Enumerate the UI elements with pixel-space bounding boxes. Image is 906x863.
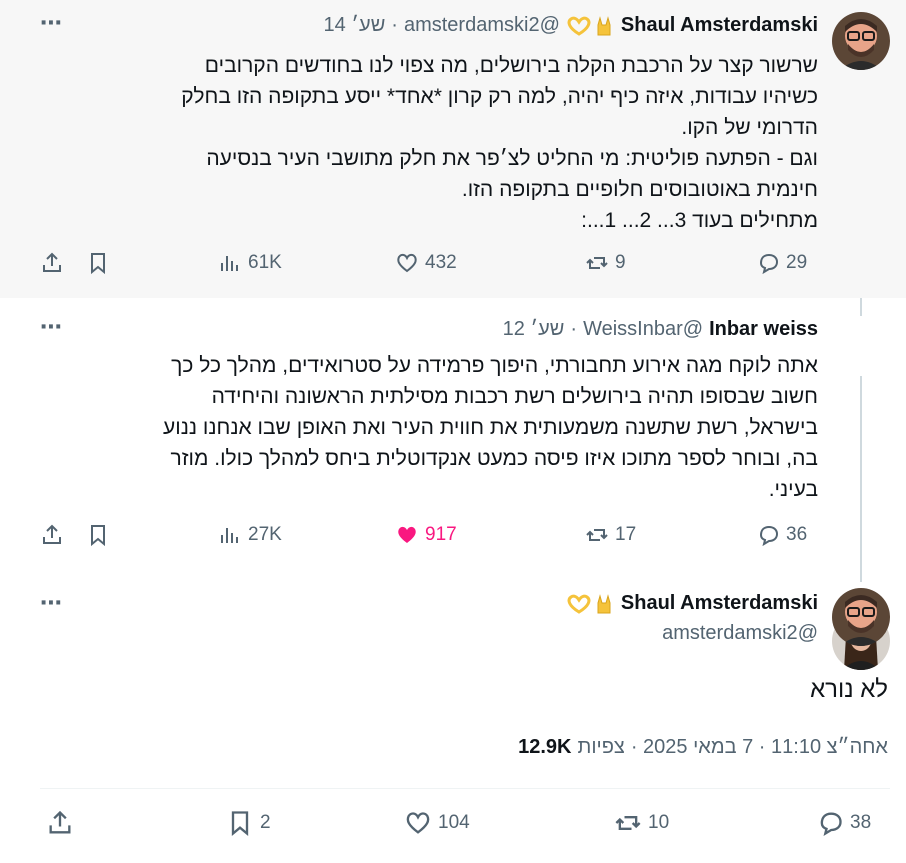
heart-hands-icon	[567, 594, 591, 614]
share-icon[interactable]	[40, 251, 64, 275]
reply-icon	[820, 812, 842, 836]
bookmark-button[interactable]: 2	[226, 809, 271, 837]
action-bar: 61K 432 9 29	[40, 251, 820, 281]
tweet[interactable]: Shaul Amsterdamski @amsterdamski2 · שע׳ …	[0, 0, 906, 298]
views-icon	[221, 528, 238, 543]
bookmark-icon	[231, 811, 249, 836]
reply-button[interactable]: 36	[756, 523, 807, 547]
tweet-header: Shaul Amsterdamski @amsterdamski2 · שע׳ …	[323, 14, 818, 37]
views-count: 12.9K	[518, 736, 572, 758]
heart-icon	[398, 526, 416, 543]
tweet-text: אתה לוקח מגה אירוע תחבורתי, היפוך פרמידה…	[163, 354, 818, 501]
action-bar: 27K 917 17 36	[40, 523, 820, 553]
bookmark-icon[interactable]	[86, 251, 110, 275]
handle[interactable]: @amsterdamski2	[404, 14, 560, 37]
avatar[interactable]	[832, 12, 890, 70]
heart-icon	[406, 812, 430, 834]
retweet-icon	[615, 816, 641, 830]
retweet-button[interactable]: 9	[585, 251, 626, 275]
display-name[interactable]: Shaul Amsterdamski	[621, 14, 818, 37]
retweet-icon	[586, 529, 608, 541]
retweet-button[interactable]: 10	[614, 809, 669, 837]
avatar[interactable]	[832, 588, 890, 646]
share-icon[interactable]	[46, 809, 74, 837]
more-icon[interactable]: ⋯	[40, 590, 64, 616]
emoji-icons	[566, 593, 615, 615]
share-icon[interactable]	[40, 523, 64, 547]
heart-hands-icon	[567, 16, 591, 36]
timestamp[interactable]: אחה״צ 11:10 · 7 במאי 2025 ·	[631, 736, 888, 759]
tweet[interactable]: Inbar weiss @WeissInbar · שע׳ 12 ⋯ אתה ל…	[0, 298, 906, 670]
bookmark-icon[interactable]	[86, 523, 110, 547]
like-button[interactable]: 432	[395, 251, 457, 275]
like-button[interactable]: 917	[395, 523, 457, 547]
tweet-text: לא נורא	[810, 676, 888, 703]
tweet-header: Inbar weiss @WeissInbar · שע׳ 12	[502, 318, 818, 341]
more-icon[interactable]: ⋯	[40, 314, 64, 340]
views-label: צפיות	[577, 736, 625, 758]
reply-button[interactable]: 29	[756, 251, 807, 275]
emoji-icons	[566, 15, 615, 37]
rock-hand-icon	[597, 15, 611, 35]
retweet-icon	[586, 257, 608, 269]
views-button[interactable]: 61K	[218, 251, 282, 275]
views-button[interactable]: 27K	[218, 523, 282, 547]
reply-button[interactable]: 38	[816, 809, 871, 837]
reply-icon	[759, 525, 779, 547]
timestamp[interactable]: שע׳ 14	[324, 14, 386, 37]
display-name[interactable]: Shaul Amsterdamski	[621, 592, 818, 615]
timestamp[interactable]: שע׳ 12	[503, 318, 565, 341]
handle[interactable]: @amsterdamski2	[662, 622, 818, 645]
tweet-header: Shaul Amsterdamski	[566, 592, 818, 615]
views-icon	[221, 256, 238, 271]
handle[interactable]: @WeissInbar	[583, 318, 703, 341]
display-name[interactable]: Inbar weiss	[709, 318, 818, 341]
handle-row: @amsterdamski2	[662, 622, 818, 645]
reply-icon	[759, 253, 779, 275]
divider	[40, 788, 890, 789]
action-bar: 2 104 10 38	[46, 809, 886, 839]
like-button[interactable]: 104	[404, 809, 470, 837]
rock-hand-icon	[597, 593, 611, 613]
retweet-button[interactable]: 17	[585, 523, 636, 547]
tweet-meta: אחה״צ 11:10 · 7 במאי 2025 · צפיות 12.9K	[518, 736, 888, 759]
more-icon[interactable]: ⋯	[40, 10, 64, 36]
tweet-text: שרשור קצר על הרכבת הקלה בירושלים, מה צפו…	[181, 54, 818, 232]
heart-icon	[397, 253, 417, 273]
